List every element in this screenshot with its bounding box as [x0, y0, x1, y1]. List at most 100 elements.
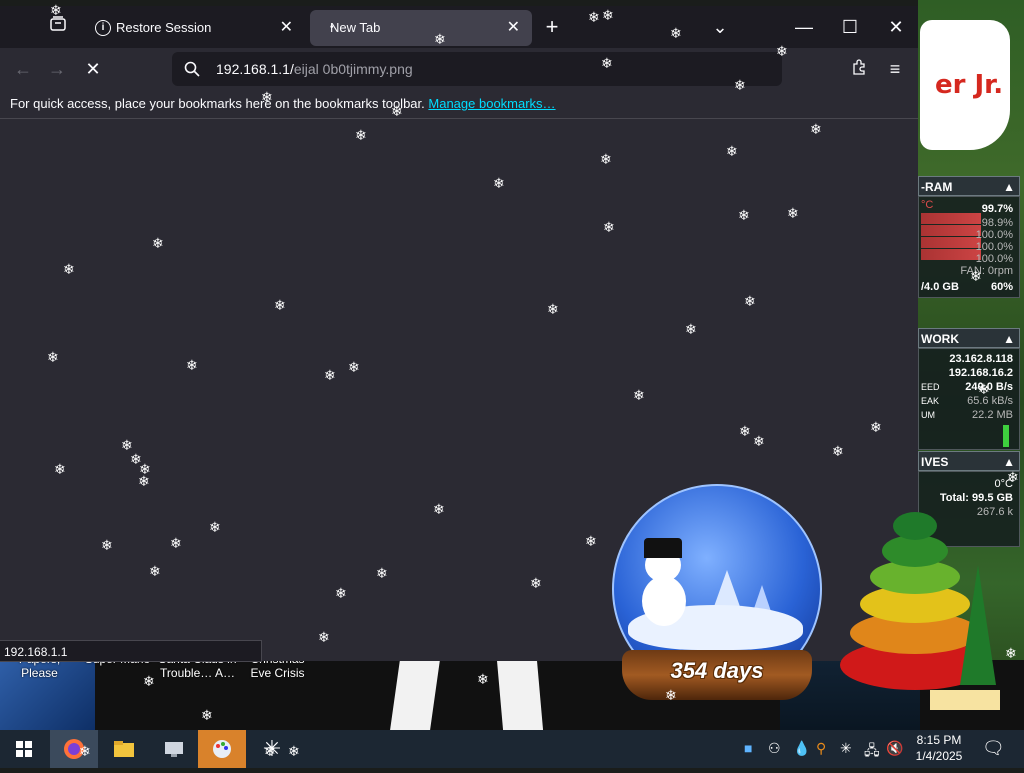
- drives-total: Total: 99.5 GB: [939, 492, 1013, 504]
- ram-value: 99.7%: [981, 203, 1013, 215]
- collapse-icon[interactable]: ▲: [1003, 329, 1015, 349]
- ram-bar: [921, 249, 981, 260]
- url-bar[interactable]: 192.168.1.1/eijal 0b0tjimmy.png: [172, 52, 782, 86]
- start-button[interactable]: [0, 730, 48, 768]
- tree-base: [930, 690, 1000, 710]
- new-tab-icon[interactable]: +: [532, 12, 572, 42]
- snowflake-icon: ❄: [753, 434, 765, 450]
- sysmon-drives-panel: 0°C Total: 99.5 GB 267.6 k: [918, 471, 1020, 547]
- network-peak-label: EAK: [921, 396, 940, 406]
- snowflake-icon: ❄: [121, 438, 133, 454]
- ram-bar: [921, 237, 981, 248]
- url-text[interactable]: 192.168.1.1/eijal 0b0tjimmy.png: [216, 61, 413, 77]
- christmas-countdown: 354 days: [670, 658, 764, 683]
- snowflake-icon: ❄: [685, 322, 697, 338]
- tray-snowflake-icon[interactable]: ✳: [840, 740, 852, 757]
- snowflake-icon: ❄: [810, 122, 822, 138]
- wallpaper-bubble-text: er Jr.: [935, 70, 1004, 100]
- tray-square-icon[interactable]: ■: [744, 740, 752, 756]
- network-icon[interactable]: 🖧: [864, 740, 880, 764]
- tab-new-tab[interactable]: • New Tab ✕: [310, 10, 532, 46]
- tab-label: Restore Session: [116, 20, 212, 35]
- minimize-icon[interactable]: —: [784, 12, 824, 42]
- clock-time: 8:15 PM: [916, 733, 962, 747]
- ram-value: 100.0%: [975, 241, 1013, 253]
- taskbar-firefox-icon[interactable]: [50, 730, 98, 768]
- snowflake-icon: ❄: [870, 420, 882, 436]
- taskbar-app-icon[interactable]: [150, 730, 198, 768]
- snowflake-icon: ❄: [832, 444, 844, 460]
- volume-muted-icon[interactable]: 🔇: [886, 740, 903, 757]
- tray-droplet-icon[interactable]: 💧: [793, 740, 810, 757]
- snowflake-icon: ❄: [585, 534, 597, 550]
- snowflake-icon: ❄: [261, 90, 273, 106]
- ram-value: 98.9%: [981, 217, 1013, 229]
- snowflake-icon: ❄: [1007, 470, 1019, 486]
- snowflake-icon: ❄: [101, 538, 113, 554]
- tab-restore-session[interactable]: i Restore Session ✕: [85, 10, 305, 46]
- collapse-icon[interactable]: ▲: [1003, 177, 1015, 197]
- network-peak: 65.6 kB/s: [967, 395, 1013, 407]
- snowflake-icon: ❄: [1005, 646, 1017, 662]
- ram-unit: °C: [921, 199, 934, 211]
- tray-people-icon[interactable]: ⚇: [768, 740, 781, 757]
- snowflake-icon: ❄: [600, 152, 612, 168]
- small-christmas-tree: [960, 565, 996, 685]
- tab-bar: i Restore Session ✕ • New Tab ✕ + ⌄ — ☐ …: [0, 6, 918, 48]
- menu-icon[interactable]: ≡: [880, 54, 910, 84]
- snowflake-icon: ❄: [79, 744, 91, 760]
- snowflake-icon: ❄: [970, 269, 982, 285]
- snowflake-icon: ❄: [47, 350, 59, 366]
- snowflake-icon: ❄: [186, 358, 198, 374]
- forward-icon[interactable]: →: [42, 54, 72, 84]
- network-sum: 22.2 MB: [972, 409, 1013, 421]
- snowflake-icon: ❄: [355, 128, 367, 144]
- manage-bookmarks-link[interactable]: Manage bookmarks…: [428, 96, 555, 111]
- snowflake-icon: ❄: [63, 262, 75, 278]
- snowflake-icon: ❄: [152, 236, 164, 252]
- stop-loading-icon[interactable]: ✕: [78, 54, 108, 84]
- snowflake-icon: ❄: [477, 672, 489, 688]
- tray-search-icon[interactable]: ⚲: [816, 740, 826, 757]
- tab-label: New Tab: [330, 20, 381, 35]
- bookmarks-hint: For quick access, place your bookmarks h…: [10, 96, 425, 111]
- snowman-hat: [644, 538, 682, 558]
- collapse-icon[interactable]: ▲: [1003, 452, 1015, 472]
- snowflake-icon: ❄: [54, 462, 66, 478]
- snowflake-icon: ❄: [170, 536, 182, 552]
- list-tabs-icon[interactable]: ⌄: [700, 12, 740, 42]
- snowflake-icon: ❄: [264, 744, 276, 760]
- back-icon[interactable]: ←: [8, 54, 38, 84]
- snowflake-icon: ❄: [433, 502, 445, 518]
- snowflake-icon: ❄: [50, 3, 62, 19]
- taskbar-clock[interactable]: 8:15 PM 1/4/2025: [910, 732, 968, 764]
- bookmarks-toolbar: For quick access, place your bookmarks h…: [0, 90, 918, 119]
- snowflake-icon: ❄: [739, 424, 751, 440]
- snowflake-icon: ❄: [978, 382, 990, 398]
- wallpaper-stripe: [496, 660, 544, 730]
- close-window-icon[interactable]: ✕: [876, 12, 916, 42]
- snowflake-icon: ❄: [787, 206, 799, 222]
- close-tab-icon[interactable]: ✕: [507, 10, 520, 46]
- snowman: [642, 576, 686, 626]
- ram-value: 100.0%: [975, 253, 1013, 265]
- snowflake-icon: ❄: [665, 688, 677, 704]
- taskbar-paint-icon[interactable]: [198, 730, 246, 768]
- close-tab-icon[interactable]: ✕: [280, 10, 293, 46]
- snowflake-icon: ❄: [274, 298, 286, 314]
- snowflake-icon: ❄: [670, 26, 682, 42]
- taskbar-file-explorer-icon[interactable]: [100, 730, 148, 768]
- search-icon: [184, 61, 200, 77]
- notifications-icon[interactable]: 🗨: [982, 738, 1005, 759]
- snowflake-icon: ❄: [547, 302, 559, 318]
- snowflake-icon: ❄: [734, 78, 746, 94]
- taskbar: ✳ ■ ⚇ 💧 ⚲ ✳ 🖧 🔇 8:15 PM 1/4/2025 🗨: [0, 730, 1024, 768]
- extensions-icon[interactable]: [844, 54, 874, 84]
- network-activity-graph: [1003, 425, 1009, 447]
- snowflake-icon: ❄: [138, 474, 150, 490]
- ram-total: /4.0 GB: [921, 281, 959, 293]
- snowflake-icon: ❄: [143, 674, 155, 690]
- maximize-icon[interactable]: ☐: [830, 12, 870, 42]
- ram-fan: FAN: 0rpm: [960, 265, 1013, 277]
- drives-speed: 267.6 k: [976, 506, 1013, 518]
